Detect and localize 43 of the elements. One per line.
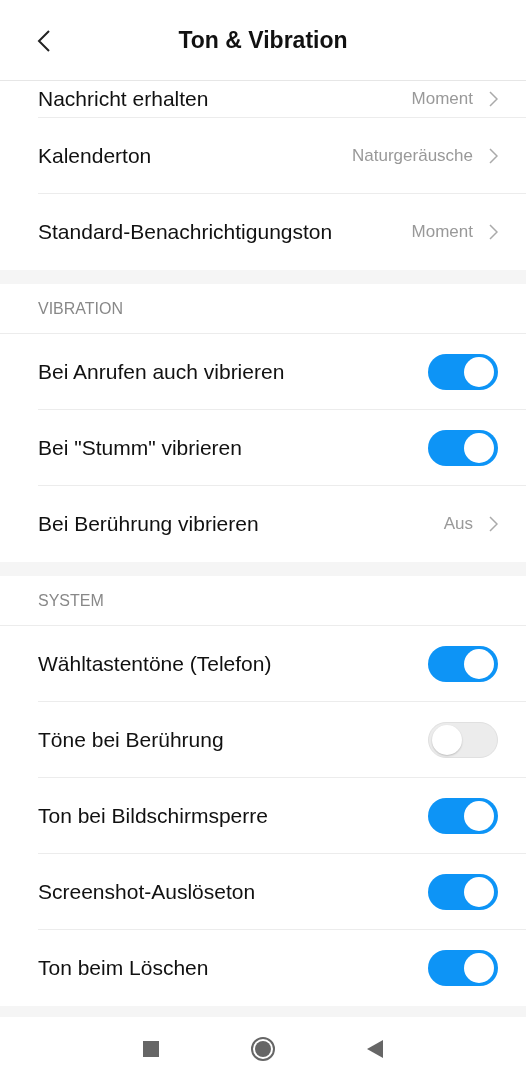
chevron-right-icon (489, 91, 498, 107)
chevron-right-icon (489, 224, 498, 240)
setting-label: Standard-Benachrichtigungston (38, 220, 334, 244)
setting-value: Aus (443, 514, 473, 534)
screen-title: Ton & Vibration (178, 26, 348, 54)
settings-row[interactable]: Ton beim Löschen (38, 930, 526, 1006)
toggle-switch[interactable] (428, 353, 498, 390)
home-icon[interactable] (251, 1036, 275, 1061)
toggle-switch[interactable] (428, 873, 498, 910)
settings-row[interactable]: Nachricht erhalten Moment (38, 81, 526, 118)
toggle-switch[interactable] (428, 429, 498, 466)
settings-row[interactable]: Bei Berührung vibrieren Aus (38, 486, 526, 562)
setting-value: Moment (411, 222, 473, 242)
recents-icon[interactable] (143, 1040, 159, 1057)
setting-label: Ton bei Bildschirmsperre (38, 803, 269, 828)
setting-label: Bei Berührung vibrieren (38, 512, 260, 536)
setting-label: Bei "Stumm" vibrieren (38, 435, 243, 460)
section-heading: VIBRATION (0, 284, 526, 334)
settings-row[interactable]: Bei Anrufen auch vibrieren (38, 334, 526, 410)
setting-label: Töne bei Berührung (38, 727, 225, 752)
settings-row[interactable]: Bei "Stumm" vibrieren (38, 410, 526, 486)
chevron-right-icon (489, 147, 498, 164)
chevron-right-icon (489, 516, 498, 532)
settings-row[interactable]: Kalenderton Naturgeräusche (38, 118, 526, 194)
setting-label: Ton beim Löschen (38, 956, 210, 980)
setting-label: Bei Anrufen auch vibrieren (38, 359, 286, 384)
setting-label: Wähltastentöne (Telefon) (38, 651, 273, 676)
toggle-switch[interactable] (428, 645, 498, 682)
settings-row[interactable]: Screenshot-Auslöseton (38, 854, 526, 930)
setting-label: Screenshot-Auslöseton (38, 879, 257, 904)
setting-label: Kalenderton (38, 143, 153, 168)
toggle-switch[interactable] (428, 797, 498, 834)
setting-label: Nachricht erhalten (38, 87, 210, 111)
settings-row[interactable]: Töne bei Berührung (38, 702, 526, 778)
back-icon[interactable] (37, 29, 51, 53)
settings-row[interactable]: Ton bei Bildschirmsperre (38, 778, 526, 854)
section-heading: SYSTEM (0, 576, 526, 626)
settings-row[interactable]: Wähltastentöne (Telefon) (38, 626, 526, 702)
setting-value: Naturgeräusche (352, 145, 473, 166)
toggle-switch[interactable] (428, 721, 498, 758)
settings-row[interactable]: Standard-Benachrichtigungston Moment (38, 194, 526, 270)
toggle-switch[interactable] (428, 950, 498, 986)
setting-value: Moment (411, 89, 473, 109)
